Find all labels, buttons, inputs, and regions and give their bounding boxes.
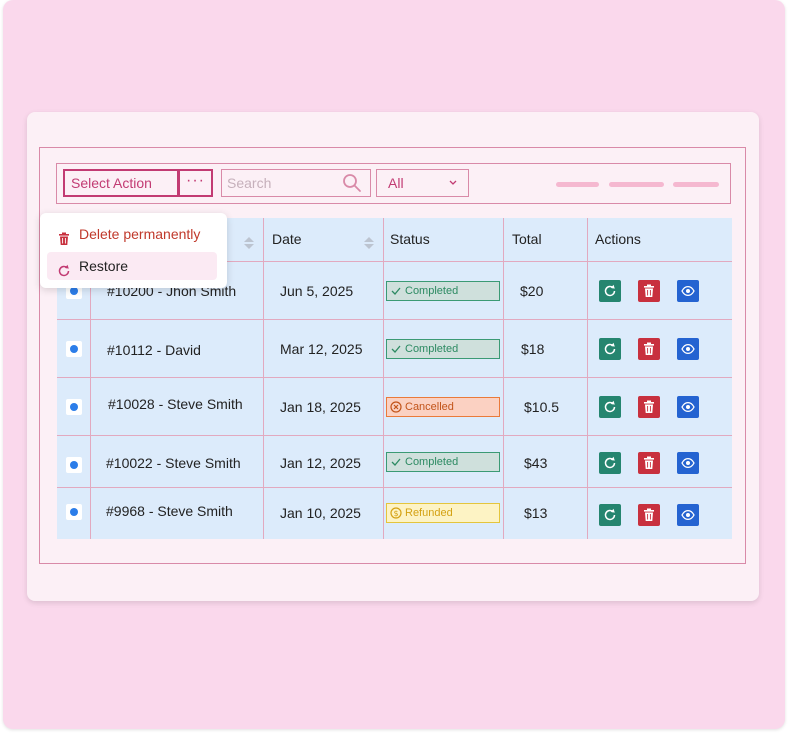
select-action-dropdown[interactable]: Select Action <box>63 169 179 197</box>
row-divider <box>57 319 732 320</box>
date-cell: Jun 5, 2025 <box>280 283 354 299</box>
order-cell: #9968 - Steve Smith <box>106 503 233 519</box>
status-badge: $ Refunded <box>386 503 500 523</box>
date-cell: Mar 12, 2025 <box>280 341 363 357</box>
column-divider <box>263 218 264 539</box>
search-input[interactable] <box>222 170 337 196</box>
column-divider <box>503 218 504 539</box>
trash-icon <box>644 284 654 297</box>
restore-button[interactable] <box>599 504 621 526</box>
restore-icon <box>57 259 71 287</box>
eye-icon <box>681 343 695 355</box>
chevron-down-icon <box>448 170 458 204</box>
trash-icon <box>644 342 654 355</box>
svg-text:$: $ <box>393 509 398 518</box>
menu-item-restore[interactable]: Restore <box>47 252 217 280</box>
row-divider <box>57 435 732 436</box>
menu-item-label: Restore <box>79 258 129 274</box>
status-filter-value: All <box>388 175 404 191</box>
placeholder-bar <box>609 182 664 187</box>
bulk-action-menu: Delete permanently Restore <box>40 213 227 288</box>
date-cell: Jan 10, 2025 <box>280 505 361 521</box>
view-button[interactable] <box>677 452 699 474</box>
row-divider <box>57 487 732 488</box>
restore-icon <box>604 342 616 355</box>
status-badge: Completed <box>386 339 500 359</box>
delete-button[interactable] <box>638 452 660 474</box>
status-label: Refunded <box>405 507 453 519</box>
status-label: Completed <box>405 343 459 355</box>
total-cell: $20 <box>520 283 544 299</box>
row-checkbox[interactable] <box>66 457 82 473</box>
row-checkbox[interactable] <box>66 399 82 415</box>
restore-button[interactable] <box>599 452 621 474</box>
order-cell: #10022 - Steve Smith <box>106 455 241 471</box>
restore-icon <box>604 508 616 521</box>
status-filter-select[interactable]: All <box>376 169 469 197</box>
search-icon[interactable] <box>342 173 362 198</box>
restore-icon <box>604 456 616 469</box>
total-cell: $18 <box>521 341 545 357</box>
column-header-status: Status <box>390 231 430 247</box>
date-cell: Jan 18, 2025 <box>280 399 361 415</box>
total-cell: $13 <box>524 505 548 521</box>
trash-icon <box>644 508 654 521</box>
eye-icon <box>681 285 695 297</box>
coin-icon: $ <box>390 507 402 525</box>
column-header-date[interactable]: Date <box>272 218 302 261</box>
row-checkbox[interactable] <box>66 504 82 520</box>
status-badge: Completed <box>386 281 500 301</box>
view-button[interactable] <box>677 338 699 360</box>
view-button[interactable] <box>677 280 699 302</box>
view-button[interactable] <box>677 396 699 418</box>
total-cell: $10.5 <box>524 399 560 415</box>
status-label: Completed <box>405 285 459 297</box>
delete-button[interactable] <box>638 338 660 360</box>
row-divider <box>57 377 732 378</box>
column-header-total: Total <box>512 231 542 247</box>
placeholder-bar <box>673 182 719 187</box>
status-badge: Cancelled <box>386 397 500 417</box>
restore-button[interactable] <box>599 338 621 360</box>
column-divider <box>383 218 384 539</box>
eye-icon <box>681 457 695 469</box>
column-divider <box>587 218 588 539</box>
trash-icon <box>644 400 654 413</box>
total-cell: $43 <box>524 455 548 471</box>
menu-item-delete-permanently[interactable]: Delete permanently <box>47 220 217 248</box>
cancel-circle-icon <box>390 401 402 419</box>
check-icon <box>390 456 402 474</box>
trash-icon <box>644 456 654 469</box>
eye-icon <box>681 401 695 413</box>
trash-icon <box>57 227 71 255</box>
eye-icon <box>681 509 695 521</box>
sort-icon[interactable] <box>363 236 375 255</box>
restore-icon <box>604 400 616 413</box>
more-options-button[interactable]: ··· <box>178 169 213 197</box>
order-cell: #10028 - Steve Smith <box>108 396 243 412</box>
status-badge: Completed <box>386 452 500 472</box>
column-header-actions: Actions <box>595 231 641 247</box>
search-box <box>221 169 371 197</box>
sort-icon[interactable] <box>243 236 255 255</box>
delete-button[interactable] <box>638 504 660 526</box>
row-checkbox[interactable] <box>66 341 82 357</box>
restore-icon <box>604 284 616 297</box>
order-cell: #10112 - David <box>107 342 201 358</box>
delete-button[interactable] <box>638 396 660 418</box>
check-icon <box>390 285 402 303</box>
restore-button[interactable] <box>599 396 621 418</box>
menu-item-label: Delete permanently <box>79 226 201 242</box>
status-label: Cancelled <box>405 401 454 413</box>
view-button[interactable] <box>677 504 699 526</box>
placeholder-bar <box>556 182 599 187</box>
date-cell: Jan 12, 2025 <box>280 455 361 471</box>
status-label: Completed <box>405 456 459 468</box>
check-icon <box>390 343 402 361</box>
restore-button[interactable] <box>599 280 621 302</box>
delete-button[interactable] <box>638 280 660 302</box>
